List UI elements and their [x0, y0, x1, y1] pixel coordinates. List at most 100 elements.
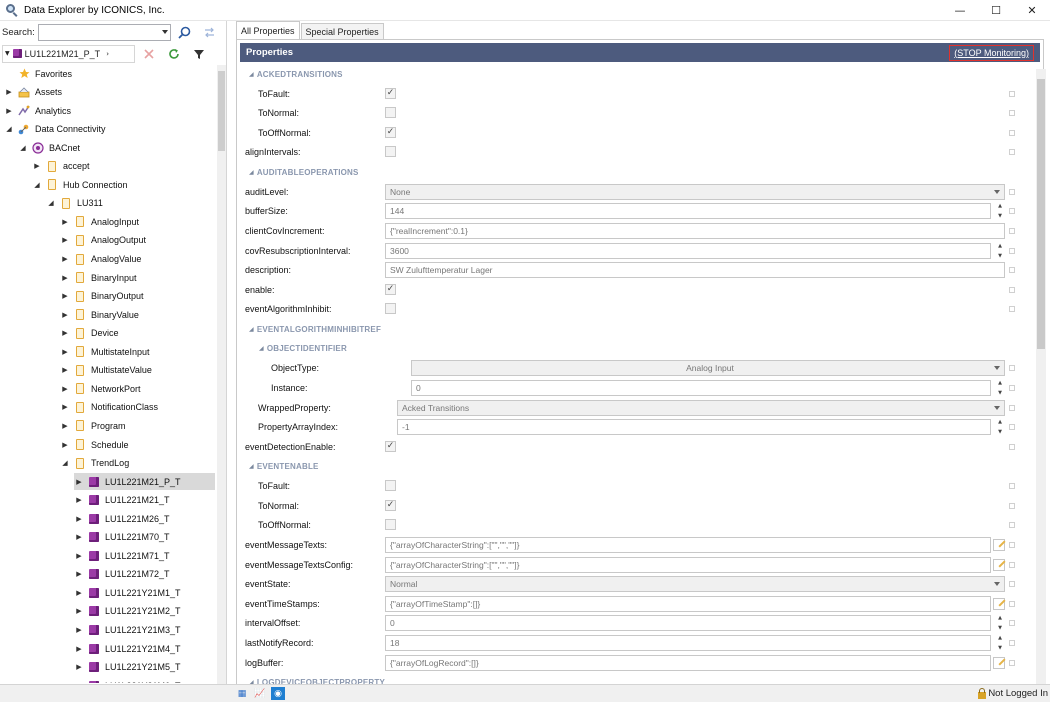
expand-icon[interactable]: ▶ — [60, 403, 70, 411]
close-button[interactable]: ✕ — [1014, 0, 1050, 21]
tree-node[interactable]: ◢ Data Connectivity — [4, 121, 105, 138]
property-select[interactable]: Acked Transitions — [397, 399, 1005, 416]
collapse-icon[interactable]: ◢ — [46, 199, 56, 207]
expand-icon[interactable]: ▶ — [74, 682, 84, 683]
checkbox[interactable] — [385, 303, 396, 315]
property-marker[interactable] — [1009, 404, 1015, 411]
checkbox[interactable]: ✓ — [385, 126, 396, 138]
property-marker[interactable] — [1009, 659, 1015, 666]
spin-up-icon[interactable]: ▲ — [998, 419, 1002, 425]
property-marker[interactable] — [1009, 581, 1015, 588]
property-marker[interactable] — [1009, 90, 1015, 97]
property-marker[interactable] — [1009, 600, 1015, 607]
edit-icon[interactable] — [993, 656, 1005, 669]
tree-node[interactable]: ▶ AnalogOutput — [60, 232, 146, 249]
expand-icon[interactable]: ▶ — [60, 311, 70, 319]
tree-node[interactable]: ▶ BinaryValue — [60, 306, 139, 323]
property-marker[interactable] — [1009, 483, 1015, 490]
property-marker[interactable] — [1009, 522, 1015, 529]
expand-icon[interactable]: ▶ — [60, 274, 70, 282]
tree-node[interactable]: ▶ LU1L221M70_T — [74, 529, 170, 546]
collapse-icon[interactable]: ◢ — [32, 181, 42, 189]
chart-view-button[interactable]: 📈 — [253, 687, 267, 700]
property-input[interactable]: {"arrayOfCharacterString":["","",""]} — [385, 536, 991, 553]
property-marker[interactable] — [1009, 384, 1015, 391]
tab-special-properties[interactable]: Special Properties — [300, 23, 384, 39]
edit-icon[interactable] — [993, 558, 1005, 571]
spin-down-icon[interactable]: ▼ — [998, 253, 1002, 259]
collapse-icon[interactable]: ◢ — [249, 463, 254, 470]
search-button[interactable] — [174, 23, 196, 41]
checkbox[interactable] — [385, 107, 396, 119]
tab-all-properties[interactable]: All Properties — [236, 21, 300, 39]
spin-up-icon[interactable]: ▲ — [998, 203, 1002, 209]
tree-node[interactable]: ▶ LU1L221Y21M4_T — [74, 640, 181, 657]
tree-node[interactable]: ▶ accept — [32, 158, 90, 175]
edit-icon[interactable] — [993, 597, 1005, 610]
monitor-view-button[interactable]: ◉ — [271, 687, 285, 700]
tree-node[interactable]: ▶ BinaryInput — [60, 269, 137, 286]
tree-node[interactable]: ▶ LU1L221M21_T — [74, 492, 170, 509]
property-marker[interactable] — [1009, 110, 1015, 117]
spin-down-icon[interactable]: ▼ — [998, 213, 1002, 219]
spinner[interactable]: ▲ ▼ — [995, 615, 1005, 631]
property-input[interactable]: SW Zulufttemperatur Lager — [385, 262, 1005, 279]
tree-node[interactable]: ▶ LU1L221M21_P_T — [74, 473, 215, 491]
checkbox[interactable]: ✓ — [385, 87, 396, 99]
expand-icon[interactable]: ▶ — [74, 570, 84, 578]
property-marker[interactable] — [1009, 149, 1015, 156]
tree-node[interactable]: ▶ BinaryOutput — [60, 288, 144, 305]
property-input[interactable]: 3600 — [385, 242, 991, 259]
spinner[interactable]: ▲ ▼ — [995, 243, 1005, 259]
collapse-icon[interactable]: ◢ — [259, 345, 264, 352]
tree-scroll-thumb[interactable] — [218, 71, 225, 151]
expand-icon[interactable]: ▶ — [60, 422, 70, 430]
spin-up-icon[interactable]: ▲ — [998, 243, 1002, 249]
expand-icon[interactable]: ▶ — [60, 292, 70, 300]
tree-node[interactable]: ▶ LU1L221Y21M6_T — [74, 677, 181, 683]
property-select[interactable]: Normal — [385, 576, 1005, 593]
tree-node[interactable]: ▶ AnalogValue — [60, 251, 141, 268]
spinner[interactable]: ▲ ▼ — [995, 203, 1005, 219]
filter-button[interactable] — [188, 45, 210, 63]
collapse-icon[interactable]: ◢ — [249, 326, 254, 333]
collapse-icon[interactable]: ◢ — [60, 459, 70, 467]
expand-icon[interactable]: ▶ — [60, 385, 70, 393]
grid-view-button[interactable]: ▦ — [235, 687, 249, 700]
expand-icon[interactable]: ▶ — [74, 645, 84, 653]
property-marker[interactable] — [1009, 502, 1015, 509]
login-status[interactable]: Not Logged In — [978, 687, 1048, 699]
spin-down-icon[interactable]: ▼ — [998, 625, 1002, 631]
property-marker[interactable] — [1009, 286, 1015, 293]
expand-icon[interactable]: ▶ — [60, 255, 70, 263]
search-input[interactable] — [37, 23, 171, 41]
properties-scroll-thumb[interactable] — [1037, 79, 1045, 349]
property-input[interactable]: -1 — [397, 419, 991, 436]
tree-scrollbar[interactable] — [217, 65, 226, 685]
expand-icon[interactable]: ▶ — [60, 329, 70, 337]
property-marker[interactable] — [1009, 424, 1015, 431]
property-select[interactable]: None — [385, 183, 1005, 200]
spin-down-icon[interactable]: ▼ — [998, 645, 1002, 651]
spin-up-icon[interactable]: ▲ — [998, 635, 1002, 641]
collapse-icon[interactable]: ◢ — [4, 125, 14, 133]
chevron-down-icon[interactable] — [994, 582, 1000, 587]
tree-node[interactable]: Favorites — [4, 65, 72, 82]
expand-icon[interactable]: ▶ — [74, 663, 84, 671]
chevron-down-icon[interactable] — [994, 405, 1000, 410]
property-marker[interactable] — [1009, 129, 1015, 136]
property-marker[interactable] — [1009, 267, 1015, 274]
tree-node[interactable]: ◢ Hub Connection — [32, 176, 128, 193]
refresh-button[interactable] — [163, 45, 185, 63]
checkbox[interactable] — [385, 519, 396, 531]
tree-node[interactable]: ▶ Schedule — [60, 436, 129, 453]
property-marker[interactable] — [1009, 365, 1015, 372]
spin-up-icon[interactable]: ▲ — [998, 380, 1002, 386]
maximize-button[interactable]: ☐ — [978, 0, 1014, 21]
property-marker[interactable] — [1009, 561, 1015, 568]
tree-node[interactable]: ▶ LU1L221M71_T — [74, 547, 170, 564]
expand-icon[interactable]: ▶ — [74, 589, 84, 597]
tree-node[interactable]: ▶ LU1L221Y21M3_T — [74, 622, 181, 639]
spinner[interactable]: ▲ ▼ — [995, 419, 1005, 435]
tree-node[interactable]: ▶ NotificationClass — [60, 399, 158, 416]
